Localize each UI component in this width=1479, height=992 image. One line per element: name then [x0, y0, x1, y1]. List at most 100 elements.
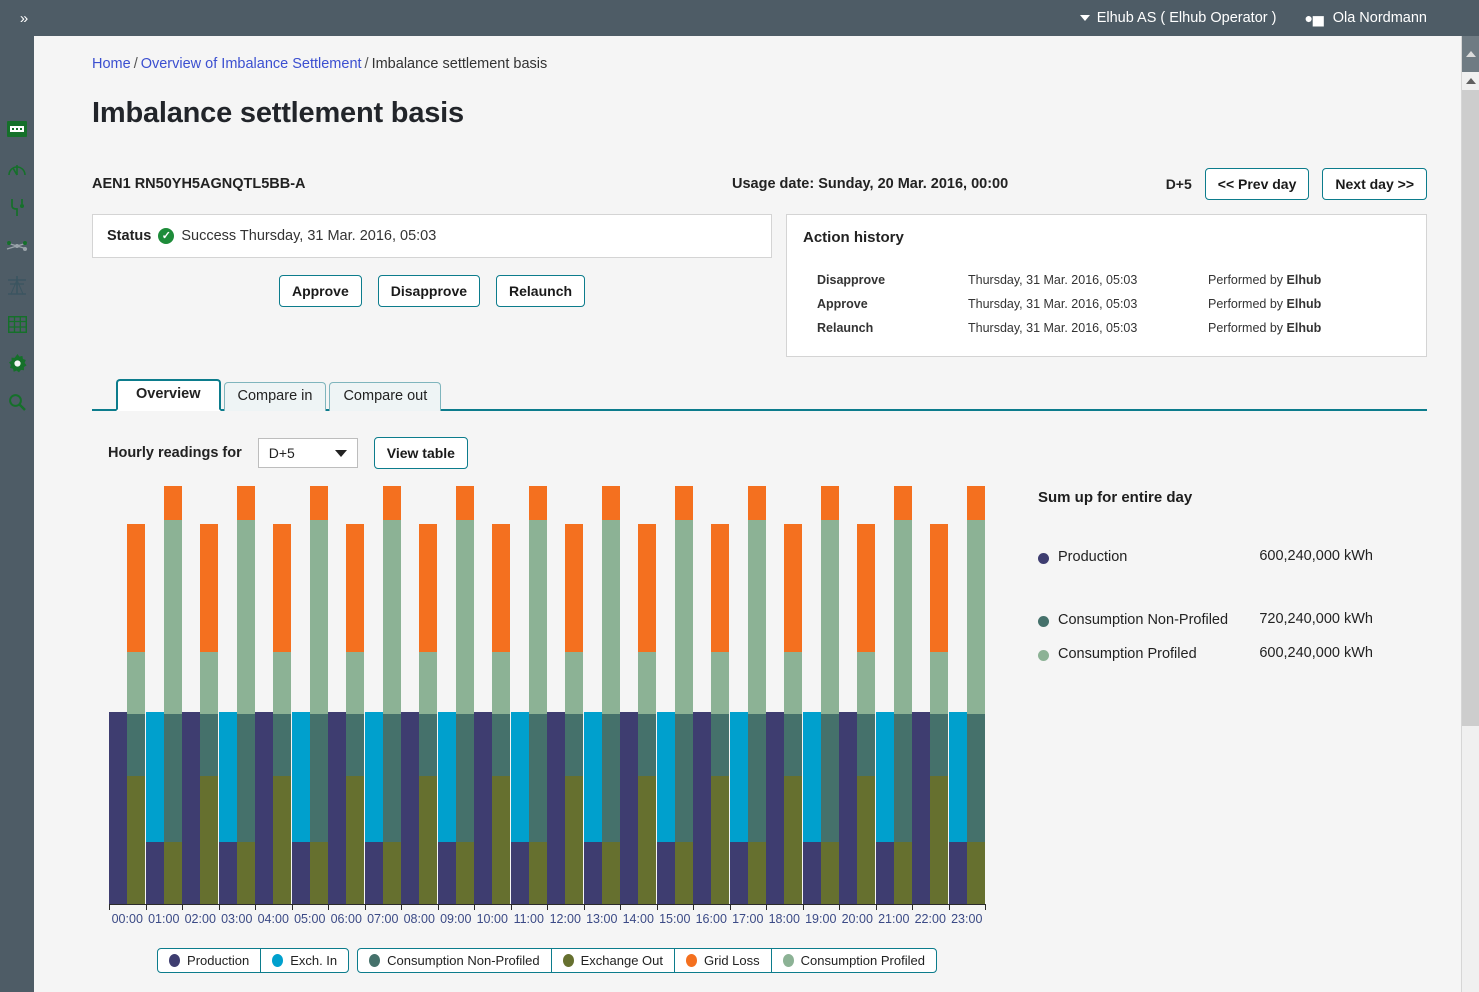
- bar-group[interactable]: [182, 524, 219, 904]
- bar-in[interactable]: [839, 712, 858, 904]
- bar-group[interactable]: [510, 486, 547, 904]
- bar-group[interactable]: [291, 486, 328, 904]
- bar-in[interactable]: [218, 712, 237, 904]
- bar-out[interactable]: [346, 524, 365, 904]
- next-day-button[interactable]: Next day >>: [1322, 168, 1427, 200]
- prev-day-button[interactable]: << Prev day: [1204, 168, 1310, 200]
- bar-in[interactable]: [474, 712, 493, 904]
- bar-out[interactable]: [455, 486, 474, 904]
- bar-in[interactable]: [437, 712, 456, 904]
- view-table-button[interactable]: View table: [373, 437, 468, 469]
- gauge-icon[interactable]: [6, 157, 28, 179]
- legend-item[interactable]: Exch. In: [261, 949, 348, 972]
- bar-group[interactable]: [620, 524, 657, 904]
- bar-in[interactable]: [401, 712, 420, 904]
- bar-out[interactable]: [273, 524, 292, 904]
- bar-out[interactable]: [236, 486, 255, 904]
- bar-in[interactable]: [802, 712, 821, 904]
- tab-compare-out[interactable]: Compare out: [329, 381, 442, 411]
- bar-group[interactable]: [218, 486, 255, 904]
- bar-out[interactable]: [784, 524, 803, 904]
- legend-item[interactable]: Consumption Non-Profiled: [358, 949, 552, 972]
- bar-group[interactable]: [583, 486, 620, 904]
- bar-out[interactable]: [930, 524, 949, 904]
- bar-out[interactable]: [565, 524, 584, 904]
- pylon-icon[interactable]: [6, 274, 28, 296]
- bar-out[interactable]: [711, 524, 730, 904]
- bar-in[interactable]: [620, 712, 639, 904]
- bar-out[interactable]: [674, 486, 693, 904]
- bar-out[interactable]: [419, 524, 438, 904]
- vertical-scrollbar[interactable]: [1461, 36, 1479, 992]
- bar-out[interactable]: [747, 486, 766, 904]
- table-icon[interactable]: [6, 313, 28, 335]
- user-menu[interactable]: ●▅ Ola Nordmann: [1304, 10, 1427, 26]
- bar-group[interactable]: [875, 486, 912, 904]
- bar-group[interactable]: [766, 524, 803, 904]
- tab-overview[interactable]: Overview: [116, 378, 221, 411]
- legend-item[interactable]: Consumption Profiled: [772, 949, 936, 972]
- legend-item[interactable]: Grid Loss: [675, 949, 772, 972]
- scrollbar-up-button-secondary[interactable]: [1462, 72, 1479, 90]
- relaunch-button[interactable]: Relaunch: [496, 275, 586, 307]
- period-select[interactable]: D+5: [257, 438, 358, 468]
- breadcrumb-home[interactable]: Home: [92, 56, 131, 72]
- bar-out[interactable]: [893, 486, 912, 904]
- bar-in[interactable]: [255, 712, 274, 904]
- bar-in[interactable]: [510, 712, 529, 904]
- legend-item[interactable]: Production: [158, 949, 262, 972]
- legend-item[interactable]: Exchange Out: [552, 949, 676, 972]
- bar-out[interactable]: [492, 524, 511, 904]
- flow-icon[interactable]: [6, 196, 28, 218]
- bar-group[interactable]: [109, 524, 146, 904]
- breadcrumb-overview[interactable]: Overview of Imbalance Settlement: [141, 56, 362, 72]
- disapprove-button[interactable]: Disapprove: [377, 275, 481, 307]
- gear-icon[interactable]: [6, 352, 28, 374]
- bar-group[interactable]: [839, 524, 876, 904]
- bar-out[interactable]: [966, 486, 985, 904]
- bar-group[interactable]: [656, 486, 693, 904]
- stacked-bar-chart[interactable]: [109, 485, 986, 910]
- scrollbar-thumb[interactable]: [1462, 90, 1479, 726]
- bar-group[interactable]: [729, 486, 766, 904]
- bar-out[interactable]: [127, 524, 146, 904]
- bar-out[interactable]: [382, 486, 401, 904]
- bar-group[interactable]: [912, 524, 949, 904]
- bar-group[interactable]: [328, 524, 365, 904]
- approve-button[interactable]: Approve: [278, 275, 362, 307]
- bar-group[interactable]: [693, 524, 730, 904]
- bar-in[interactable]: [656, 712, 675, 904]
- network-icon[interactable]: [6, 235, 28, 257]
- bar-in[interactable]: [583, 712, 602, 904]
- bar-in[interactable]: [729, 712, 748, 904]
- bar-group[interactable]: [145, 486, 182, 904]
- chevron-double-right-icon[interactable]: »: [6, 11, 28, 26]
- bar-in[interactable]: [875, 712, 894, 904]
- bar-in[interactable]: [291, 712, 310, 904]
- search-icon[interactable]: [6, 391, 28, 413]
- bar-group[interactable]: [401, 524, 438, 904]
- bar-out[interactable]: [638, 524, 657, 904]
- bar-in[interactable]: [364, 712, 383, 904]
- bar-out[interactable]: [820, 486, 839, 904]
- bar-group[interactable]: [547, 524, 584, 904]
- bar-out[interactable]: [857, 524, 876, 904]
- bar-in[interactable]: [693, 712, 712, 904]
- sidebar-toggle[interactable]: »: [0, 0, 34, 36]
- bar-in[interactable]: [547, 712, 566, 904]
- bar-in[interactable]: [766, 712, 785, 904]
- bar-out[interactable]: [309, 486, 328, 904]
- bar-group[interactable]: [255, 524, 292, 904]
- scrollbar-up-button[interactable]: [1462, 36, 1479, 72]
- bar-in[interactable]: [948, 712, 967, 904]
- bar-out[interactable]: [163, 486, 182, 904]
- bar-out[interactable]: [200, 524, 219, 904]
- meter-icon[interactable]: [6, 118, 28, 140]
- bar-out[interactable]: [601, 486, 620, 904]
- bar-in[interactable]: [328, 712, 347, 904]
- bar-in[interactable]: [109, 712, 128, 904]
- bar-in[interactable]: [145, 712, 164, 904]
- org-selector[interactable]: Elhub AS ( Elhub Operator ): [1079, 10, 1276, 26]
- bar-in[interactable]: [912, 712, 931, 904]
- bar-group[interactable]: [948, 486, 985, 904]
